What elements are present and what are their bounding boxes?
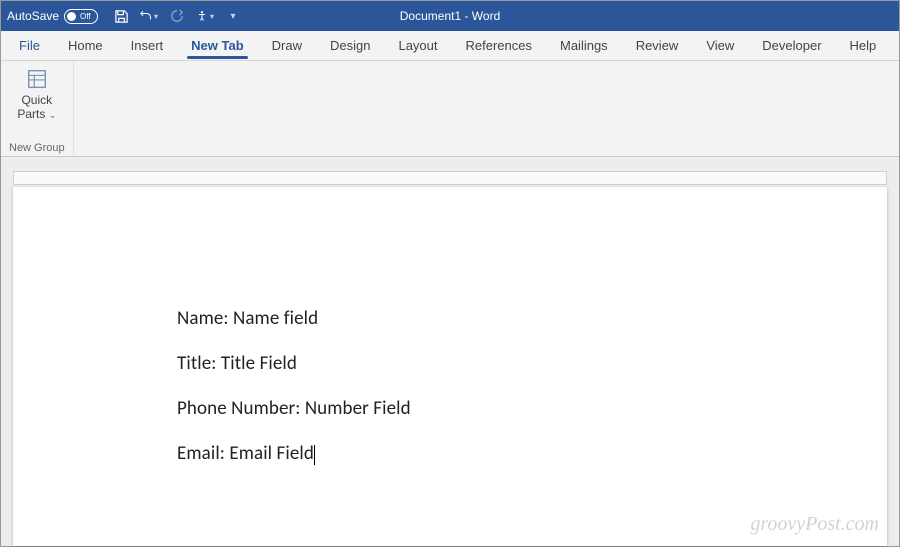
quick-parts-button[interactable]: Quick Parts ⌄ (9, 65, 65, 124)
tab-references[interactable]: References (452, 31, 546, 61)
tab-home[interactable]: Home (54, 31, 117, 61)
undo-icon[interactable]: ▾ (140, 7, 158, 25)
autosave-label: AutoSave (7, 9, 59, 23)
quick-parts-label: Quick Parts ⌄ (17, 93, 56, 122)
tab-file[interactable]: File (5, 31, 54, 61)
document-line: Phone Number: Number Field (177, 397, 887, 420)
quick-parts-icon (25, 67, 49, 91)
tab-review[interactable]: Review (622, 31, 693, 61)
autosave-toggle[interactable]: Off (64, 9, 98, 24)
horizontal-ruler[interactable] (13, 171, 887, 185)
text-cursor (314, 445, 315, 465)
tab-draw[interactable]: Draw (258, 31, 316, 61)
tab-new-tab[interactable]: New Tab (177, 31, 258, 61)
window-title: Document1 - Word (400, 9, 500, 23)
document-line: Title: Title Field (177, 352, 887, 375)
document-page[interactable]: Name: Name field Title: Title Field Phon… (13, 187, 887, 546)
document-area: Name: Name field Title: Title Field Phon… (1, 157, 899, 546)
tab-mailings[interactable]: Mailings (546, 31, 622, 61)
save-icon[interactable] (112, 7, 130, 25)
document-line: Name: Name field (177, 307, 887, 330)
tab-design[interactable]: Design (316, 31, 384, 61)
title-bar: AutoSave Off ▾ ▾ ▾ Document1 - Word (1, 1, 899, 31)
tab-developer[interactable]: Developer (748, 31, 835, 61)
accessibility-icon[interactable]: ▾ (196, 7, 214, 25)
tab-layout[interactable]: Layout (384, 31, 451, 61)
tab-help[interactable]: Help (836, 31, 891, 61)
ribbon-group-new-group: Quick Parts ⌄ New Group (1, 61, 74, 156)
toggle-knob (67, 12, 76, 21)
redo-icon[interactable] (168, 7, 186, 25)
chevron-down-icon: ▾ (154, 12, 158, 21)
autosave-state: Off (80, 12, 91, 21)
quick-access-toolbar: ▾ ▾ ▾ (112, 7, 242, 25)
chevron-down-icon: ⌄ (49, 110, 57, 120)
tab-view[interactable]: View (692, 31, 748, 61)
autosave-control[interactable]: AutoSave Off (7, 9, 98, 24)
ribbon-group-label: New Group (9, 142, 65, 156)
document-line: Email: Email Field (177, 442, 887, 465)
customize-qat-icon[interactable]: ▾ (224, 7, 242, 25)
ribbon-body: Quick Parts ⌄ New Group (1, 61, 899, 157)
ribbon-tabs: File Home Insert New Tab Draw Design Lay… (1, 31, 899, 61)
chevron-down-icon: ▾ (210, 12, 214, 21)
tab-insert[interactable]: Insert (117, 31, 178, 61)
